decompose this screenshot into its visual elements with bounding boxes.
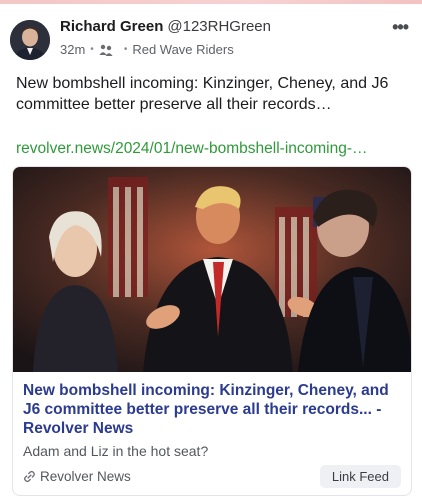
link-preview-source: Revolver News — [23, 469, 131, 484]
meta-separator: • — [123, 44, 128, 55]
top-accent-bar — [0, 0, 422, 4]
link-feed-button[interactable]: Link Feed — [319, 465, 401, 488]
meta-separator: • — [90, 44, 94, 55]
link-preview-image[interactable] — [13, 167, 411, 372]
avatar[interactable] — [10, 20, 50, 60]
link-icon — [24, 470, 35, 483]
post-meta: 32m • • Red Wave Riders — [60, 42, 234, 57]
link-preview-description: Adam and Liz in the hot seat? — [23, 443, 209, 459]
group-icon — [99, 44, 113, 56]
link-preview-card[interactable]: New bombshell incoming: Kinzinger, Chene… — [12, 166, 412, 496]
link-preview-title[interactable]: New bombshell incoming: Kinzinger, Chene… — [23, 381, 405, 438]
post-link[interactable]: revolver.news/2024/01/new-bombshell-inco… — [16, 140, 408, 158]
post-group[interactable]: Red Wave Riders — [132, 42, 233, 57]
author-name[interactable]: Richard Green — [60, 18, 163, 35]
more-horizontal-icon[interactable]: ••• — [392, 18, 409, 36]
post-text: New bombshell incoming: Kinzinger, Chene… — [16, 75, 389, 113]
author-handle[interactable]: @123RHGreen — [167, 18, 271, 35]
post-time: 32m — [60, 42, 86, 57]
author-line: Richard Green @123RHGreen — [60, 18, 271, 35]
link-preview-source-name: Revolver News — [40, 469, 131, 484]
post-header: Richard Green @123RHGreen 32m • • Red Wav… — [10, 16, 412, 62]
